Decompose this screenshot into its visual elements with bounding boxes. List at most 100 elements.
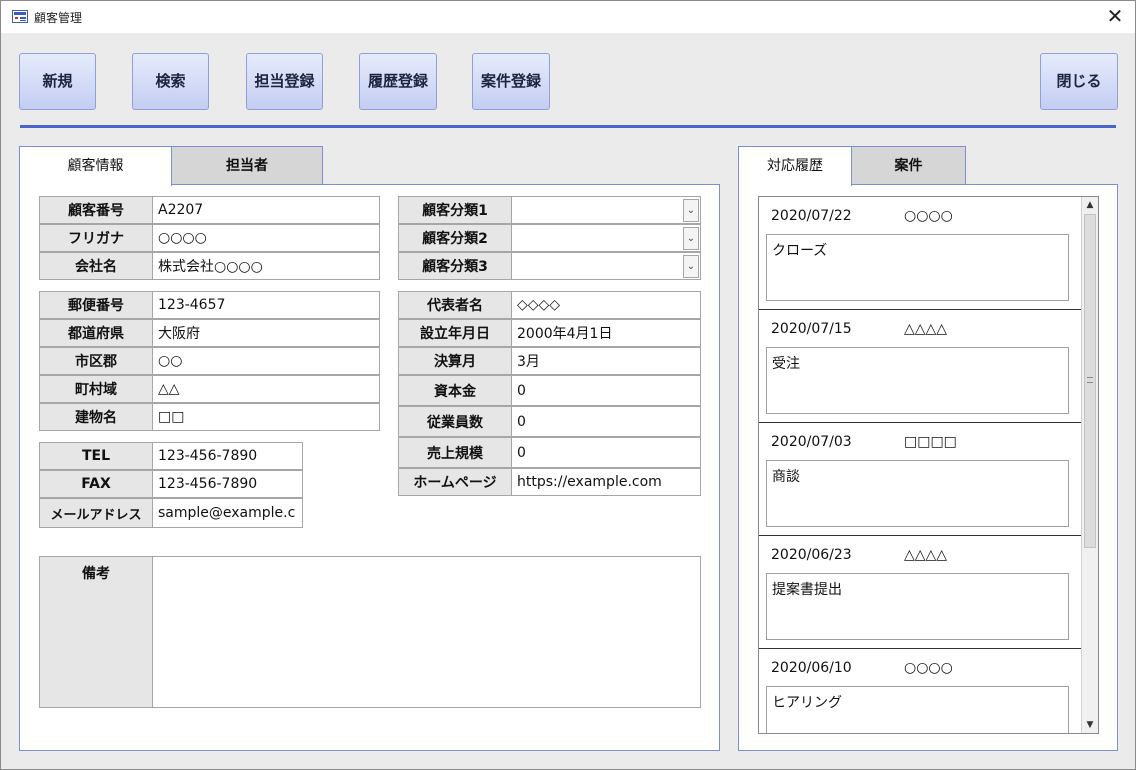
fax-row: FAX 123-456-7890: [39, 470, 303, 498]
history-date: 2020/06/23: [771, 547, 852, 563]
fiscal-label: 決算月: [398, 347, 512, 375]
prefecture-row: 都道府県 大阪府: [39, 319, 380, 347]
chevron-down-icon[interactable]: ⌄: [683, 255, 699, 278]
category1-label: 顧客分類1: [398, 196, 512, 224]
category3-select[interactable]: ⌄: [512, 252, 701, 280]
category3-label: 顧客分類3: [398, 252, 512, 280]
tel-label: TEL: [39, 442, 153, 470]
notes-section: 備考: [39, 556, 701, 708]
town-row: 町村域 △△: [39, 375, 380, 403]
customer-no-row: 顧客番号 A2207: [39, 196, 380, 224]
history-note[interactable]: 商談: [766, 460, 1069, 527]
search-button[interactable]: 検索: [132, 53, 209, 110]
building-label: 建物名: [39, 403, 153, 431]
history-note[interactable]: クローズ: [766, 234, 1069, 301]
company-field[interactable]: 株式会社○○○○: [153, 252, 380, 280]
chevron-down-icon[interactable]: ⌄: [683, 199, 699, 222]
notes-label: 備考: [39, 556, 153, 708]
homepage-field[interactable]: https://example.com: [512, 468, 701, 496]
list-item[interactable]: 2020/07/03 □□□□ 商談: [759, 423, 1081, 536]
chevron-down-icon[interactable]: ⌄: [683, 227, 699, 250]
history-date: 2020/07/15: [771, 321, 852, 337]
list-item[interactable]: 2020/07/15 △△△△ 受注: [759, 310, 1081, 423]
prefecture-label: 都道府県: [39, 319, 153, 347]
capital-label: 資本金: [398, 375, 512, 406]
history-date: 2020/07/22: [771, 208, 852, 224]
email-field[interactable]: sample@example.c: [153, 498, 303, 528]
customer-no-field[interactable]: A2207: [153, 196, 380, 224]
scroll-down-icon[interactable]: ▼: [1082, 717, 1098, 733]
capital-row: 資本金 0: [398, 375, 701, 406]
homepage-label: ホームページ: [398, 468, 512, 496]
history-register-button[interactable]: 履歴登録: [359, 53, 437, 110]
city-label: 市区郡: [39, 347, 153, 375]
founded-field[interactable]: 2000年4月1日: [512, 319, 701, 347]
rep-field[interactable]: ◇◇◇◇: [512, 291, 701, 319]
fax-label: FAX: [39, 470, 153, 498]
fax-field[interactable]: 123-456-7890: [153, 470, 303, 498]
category-table: 顧客分類1 ⌄ 顧客分類2 ⌄ 顧客分類3 ⌄: [398, 196, 701, 280]
tab-contact-person[interactable]: 担当者: [171, 146, 323, 185]
basic-info-table: 顧客番号 A2207 フリガナ ○○○○ 会社名 株式会社○○○○: [39, 196, 380, 280]
category2-label: 顧客分類2: [398, 224, 512, 252]
category1-select[interactable]: ⌄: [512, 196, 701, 224]
title-bar: 顧客管理 ✕: [1, 1, 1135, 33]
category2-row: 顧客分類2 ⌄: [398, 224, 701, 252]
close-icon[interactable]: ✕: [1105, 5, 1125, 27]
city-row: 市区郡 ○○: [39, 347, 380, 375]
history-list: 2020/07/22 ○○○○ クローズ 2020/07/15 △△△△ 受注 …: [758, 196, 1099, 734]
toolbar-divider: [20, 125, 1116, 128]
form-body: 新規 検索 担当登録 履歴登録 案件登録 閉じる 顧客情報 担当者 顧客番号 A…: [1, 33, 1135, 769]
list-item[interactable]: 2020/06/23 △△△△ 提案書提出: [759, 536, 1081, 649]
prefecture-field[interactable]: 大阪府: [153, 319, 380, 347]
company-label: 会社名: [39, 252, 153, 280]
homepage-row: ホームページ https://example.com: [398, 468, 701, 496]
tab-history[interactable]: 対応履歴: [738, 146, 852, 186]
notes-field[interactable]: [153, 556, 701, 708]
customer-no-label: 顧客番号: [39, 196, 153, 224]
tab-customer-info[interactable]: 顧客情報: [19, 146, 172, 186]
founded-row: 設立年月日 2000年4月1日: [398, 319, 701, 347]
close-button[interactable]: 閉じる: [1040, 53, 1118, 110]
scroll-up-icon[interactable]: ▲: [1082, 197, 1098, 213]
scroll-thumb[interactable]: [1084, 214, 1096, 548]
history-person: □□□□: [904, 434, 957, 450]
email-row: メールアドレス sample@example.c: [39, 498, 303, 528]
list-item[interactable]: 2020/06/10 ○○○○ ヒアリング: [759, 649, 1081, 733]
history-note[interactable]: ヒアリング: [766, 686, 1069, 733]
postal-label: 郵便番号: [39, 291, 153, 319]
category2-select[interactable]: ⌄: [512, 224, 701, 252]
contact-table: TEL 123-456-7890 FAX 123-456-7890 メールアドレ…: [39, 442, 303, 528]
history-date: 2020/07/03: [771, 434, 852, 450]
rep-row: 代表者名 ◇◇◇◇: [398, 291, 701, 319]
history-person: ○○○○: [904, 660, 953, 676]
case-register-button[interactable]: 案件登録: [472, 53, 550, 110]
staff-register-button[interactable]: 担当登録: [246, 53, 323, 110]
capital-field[interactable]: 0: [512, 375, 701, 406]
scrollbar[interactable]: ▲ ▼: [1081, 197, 1098, 733]
fiscal-field[interactable]: 3月: [512, 347, 701, 375]
building-field[interactable]: □□: [153, 403, 380, 431]
tab-cases[interactable]: 案件: [851, 146, 966, 185]
new-button[interactable]: 新規: [19, 53, 96, 110]
category3-row: 顧客分類3 ⌄: [398, 252, 701, 280]
city-field[interactable]: ○○: [153, 347, 380, 375]
tel-field[interactable]: 123-456-7890: [153, 442, 303, 470]
customer-info-panel: 顧客番号 A2207 フリガナ ○○○○ 会社名 株式会社○○○○ 顧客分類1: [19, 184, 720, 751]
form-icon: [12, 10, 28, 23]
window-title: 顧客管理: [34, 11, 83, 25]
employees-row: 従業員数 0: [398, 406, 701, 437]
postal-row: 郵便番号 123-4657: [39, 291, 380, 319]
list-item[interactable]: 2020/07/22 ○○○○ クローズ: [759, 197, 1081, 310]
company-table: 代表者名 ◇◇◇◇ 設立年月日 2000年4月1日 決算月 3月 資本金 0 従…: [398, 291, 701, 496]
employees-field[interactable]: 0: [512, 406, 701, 437]
building-row: 建物名 □□: [39, 403, 380, 431]
town-label: 町村域: [39, 375, 153, 403]
postal-field[interactable]: 123-4657: [153, 291, 380, 319]
history-note[interactable]: 提案書提出: [766, 573, 1069, 640]
furigana-field[interactable]: ○○○○: [153, 224, 380, 252]
tel-row: TEL 123-456-7890: [39, 442, 303, 470]
history-note[interactable]: 受注: [766, 347, 1069, 414]
sales-field[interactable]: 0: [512, 437, 701, 468]
town-field[interactable]: △△: [153, 375, 380, 403]
